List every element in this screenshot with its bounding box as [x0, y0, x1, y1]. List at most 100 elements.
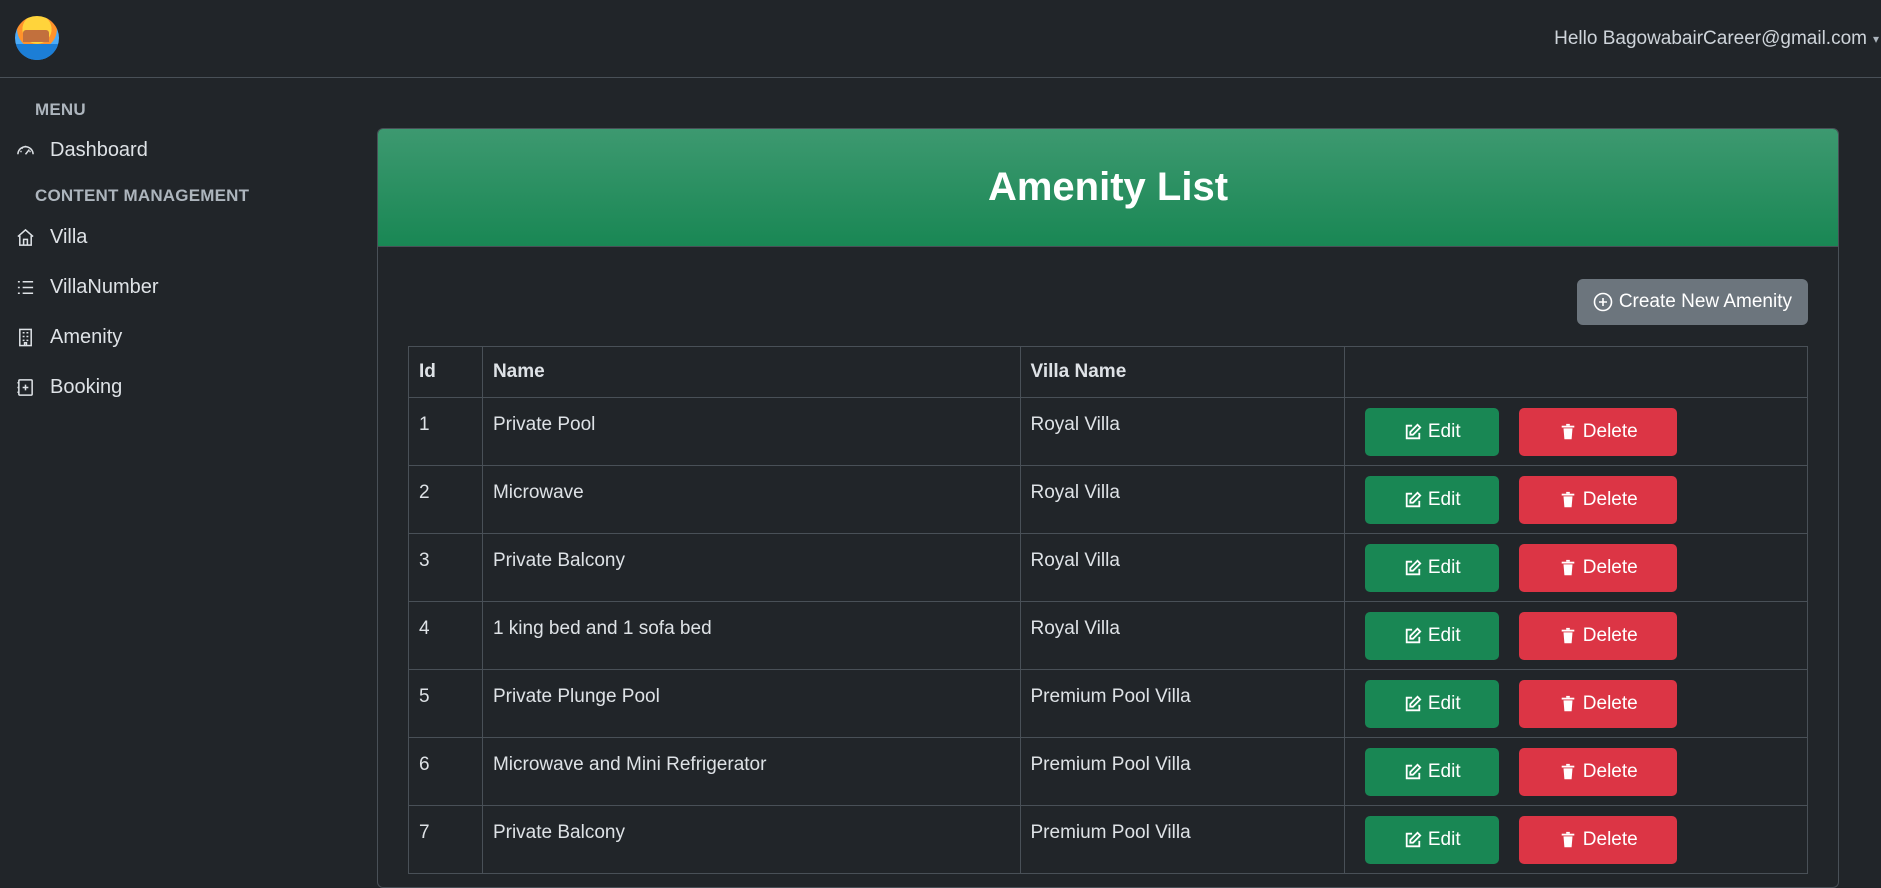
cell-actions: Edit Delete	[1344, 465, 1808, 534]
cell-actions: Edit Delete	[1344, 669, 1808, 738]
amenity-list-card: Amenity List Create New Amenity Id Name …	[377, 128, 1839, 888]
delete-button[interactable]: Delete	[1519, 408, 1678, 456]
delete-label: Delete	[1582, 557, 1638, 578]
sidebar-item-label: Villa	[50, 225, 88, 248]
trash-icon	[1559, 763, 1583, 781]
delete-button[interactable]: Delete	[1519, 544, 1678, 592]
sidebar-item-label: Booking	[50, 375, 123, 398]
cell-actions: Edit Delete	[1344, 601, 1808, 670]
table-row: 1 Private Pool Royal Villa Edit Delete	[408, 397, 1808, 466]
table-row: 41 king bed and 1 sofa bed Royal Villa Edi…	[408, 601, 1808, 670]
menu-heading: MENU	[35, 100, 86, 119]
cell-actions: Edit Delete	[1344, 805, 1808, 874]
cell-villa-name: Premium Pool Villa	[1019, 737, 1346, 806]
edit-label: Edit	[1427, 693, 1461, 714]
sidebar-item-booking[interactable]: Booking	[14, 371, 122, 403]
delete-button[interactable]: Delete	[1519, 680, 1678, 728]
cell-name: Private Pool	[481, 397, 1021, 466]
card-header: Amenity List	[378, 129, 1838, 247]
sidebar-item-label: VillaNumber	[50, 275, 159, 298]
cell-actions: Edit Delete	[1344, 397, 1808, 466]
cell-actions: Edit Delete	[1344, 533, 1808, 602]
plus-circle-icon	[1593, 292, 1613, 312]
edit-label: Edit	[1427, 761, 1461, 782]
page-title: Amenity List	[987, 165, 1229, 209]
edit-label: Edit	[1427, 625, 1461, 646]
sidebar-item-dashboard[interactable]: Dashboard	[14, 134, 148, 166]
edit-button[interactable]: Edit	[1365, 612, 1500, 660]
amenity-table: Id Name Villa Name 1 Private Pool Royal Vi…	[408, 346, 1808, 874]
cell-villa-name: Royal Villa	[1019, 601, 1346, 670]
cell-id: 5	[408, 669, 483, 738]
sidebar-item-amenity[interactable]: Amenity	[14, 321, 122, 353]
cell-villa-name: Royal Villa	[1019, 533, 1346, 602]
edit-icon	[1404, 491, 1428, 509]
cell-id: 6	[408, 737, 483, 806]
trash-icon	[1559, 831, 1583, 849]
building-icon	[14, 326, 36, 348]
delete-label: Delete	[1582, 693, 1638, 714]
edit-icon	[1404, 627, 1428, 645]
sidebar-item-label: Dashboard	[50, 138, 148, 161]
table-row: 2 Microwave Royal Villa Edit Delete	[408, 465, 1808, 534]
cell-id: 2	[408, 465, 483, 534]
table-row: 5 Private Plunge Pool Premium Pool Villa Ed…	[408, 669, 1808, 738]
cell-name: Private Balcony	[481, 805, 1021, 874]
edit-button[interactable]: Edit	[1365, 408, 1500, 456]
sidebar-item-villanumber[interactable]: VillaNumber	[14, 271, 159, 303]
header-id: Id	[408, 346, 483, 398]
edit-button[interactable]: Edit	[1365, 748, 1500, 796]
house-icon	[14, 226, 36, 248]
cell-id: 3	[408, 533, 483, 602]
cell-name: Microwave and Mini Refrigerator	[481, 737, 1021, 806]
trash-icon	[1559, 559, 1583, 577]
edit-button[interactable]: Edit	[1365, 476, 1500, 524]
sidebar: MENU Dashboard CONTENT MANAGEMENT Villa …	[0, 78, 360, 878]
header-name: Name	[481, 346, 1021, 398]
delete-button[interactable]: Delete	[1519, 816, 1678, 864]
cell-villa-name: Premium Pool Villa	[1019, 669, 1346, 738]
edit-label: Edit	[1427, 829, 1461, 850]
list-icon	[14, 276, 36, 298]
table-row: 6 Microwave and Mini Refrigerator Premium …	[408, 737, 1808, 806]
edit-button[interactable]: Edit	[1365, 816, 1500, 864]
edit-icon	[1404, 763, 1428, 781]
sidebar-item-label: Amenity	[50, 325, 123, 348]
logo-icon[interactable]	[15, 16, 59, 60]
delete-button[interactable]: Delete	[1519, 748, 1678, 796]
delete-button[interactable]: Delete	[1519, 612, 1678, 660]
user-menu-dropdown[interactable]: Hello BagowabairCareer@gmail.com ▾	[1554, 28, 1881, 50]
edit-label: Edit	[1427, 557, 1461, 578]
trash-icon	[1559, 627, 1583, 645]
delete-label: Delete	[1582, 625, 1638, 646]
delete-label: Delete	[1582, 489, 1638, 510]
caret-down-icon: ▾	[1873, 31, 1880, 46]
edit-icon	[1404, 695, 1428, 713]
delete-label: Delete	[1582, 761, 1638, 782]
table-row: 3 Private Balcony Royal Villa Edit Delete	[408, 533, 1808, 602]
speedometer-icon	[14, 139, 36, 161]
trash-icon	[1559, 491, 1583, 509]
delete-label: Delete	[1582, 829, 1638, 850]
create-button-label: Create New Amenity	[1618, 291, 1792, 312]
trash-icon	[1559, 695, 1583, 713]
edit-button[interactable]: Edit	[1365, 544, 1500, 592]
delete-label: Delete	[1582, 421, 1638, 442]
table-header-row: Id Name Villa Name	[408, 346, 1808, 398]
edit-button[interactable]: Edit	[1365, 680, 1500, 728]
edit-label: Edit	[1427, 421, 1461, 442]
cell-villa-name: Premium Pool Villa	[1019, 805, 1346, 874]
create-new-amenity-button[interactable]: Create New Amenity	[1576, 279, 1808, 325]
table-row: 7 Private Balcony Premium Pool Villa Edit De…	[408, 805, 1808, 874]
content-management-heading: CONTENT MANAGEMENT	[35, 186, 250, 205]
sidebar-item-villa[interactable]: Villa	[14, 221, 87, 253]
header-villa-name: Villa Name	[1019, 346, 1346, 398]
cell-name: Private Balcony	[481, 533, 1021, 602]
edit-icon	[1404, 423, 1428, 441]
delete-button[interactable]: Delete	[1519, 476, 1678, 524]
cell-id: 7	[408, 805, 483, 874]
cell-villa-name: Royal Villa	[1019, 397, 1346, 466]
cell-id: 4	[408, 601, 483, 670]
edit-label: Edit	[1427, 489, 1461, 510]
cell-id: 1	[408, 397, 483, 466]
